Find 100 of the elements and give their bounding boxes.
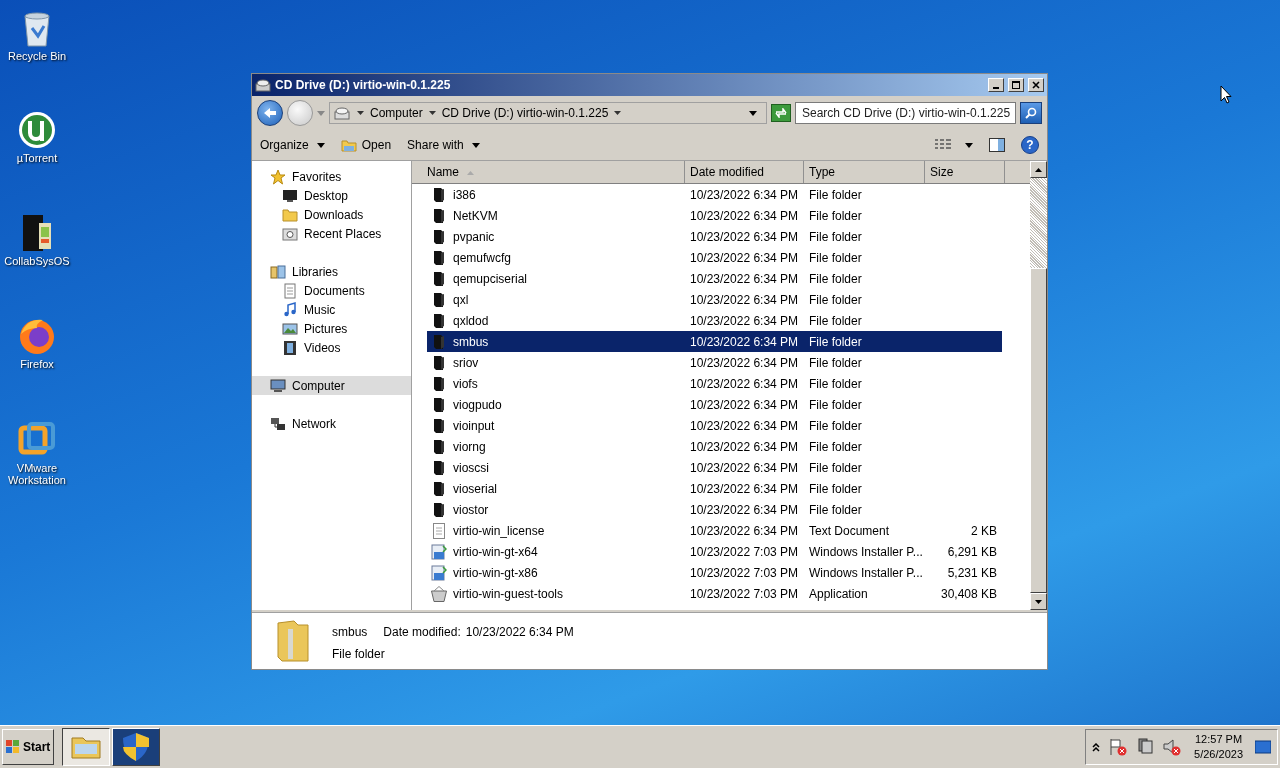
folder-icon bbox=[431, 417, 447, 434]
file-row[interactable]: qxldod 10/23/2022 6:34 PM File folder bbox=[427, 310, 1002, 331]
file-name: viostor bbox=[453, 501, 489, 519]
file-name: virtio-win-gt-x86 bbox=[453, 564, 538, 582]
file-row[interactable]: pvpanic 10/23/2022 6:34 PM File folder bbox=[427, 226, 1002, 247]
music-note-icon bbox=[282, 301, 298, 318]
film-icon bbox=[282, 339, 298, 356]
taskbar-app-button[interactable] bbox=[62, 728, 110, 766]
date-modified: 10/23/2022 6:34 PM bbox=[689, 270, 800, 288]
folder-icon bbox=[431, 312, 447, 329]
file-row[interactable]: virtio-win_license 10/23/2022 6:34 PM Text Document 2 KB bbox=[427, 520, 1002, 541]
file-row[interactable]: virtio-win-gt-x86 10/23/2022 7:03 PM Windows Installer P... 5,231 KB bbox=[427, 562, 1002, 583]
show-desktop-icon bbox=[1255, 740, 1271, 754]
installer-icon bbox=[431, 543, 447, 560]
file-type: File folder bbox=[808, 333, 863, 351]
utorrent-icon bbox=[17, 110, 57, 150]
file-name: virtio-win_license bbox=[453, 522, 545, 540]
date-modified: 10/23/2022 6:34 PM bbox=[689, 417, 800, 435]
column-header[interactable]: Type bbox=[804, 161, 925, 183]
file-type: File folder bbox=[808, 291, 863, 309]
file-row[interactable]: qemupciserial 10/23/2022 6:34 PM File folder bbox=[427, 268, 1002, 289]
caret-down-icon bbox=[316, 142, 325, 148]
caret-down-icon bbox=[428, 111, 436, 115]
date-modified: 10/23/2022 6:34 PM bbox=[689, 291, 800, 309]
file-row[interactable]: viorng 10/23/2022 6:34 PM File folder bbox=[427, 436, 1002, 457]
minimize-button[interactable] bbox=[988, 78, 1004, 92]
breadcrumb[interactable]: Computer bbox=[370, 104, 423, 122]
column-header[interactable]: Size bbox=[925, 161, 1005, 183]
file-row[interactable]: smbus 10/23/2022 6:34 PM File folder bbox=[427, 331, 1002, 352]
desktop-icon-label[interactable]: Recycle Bin bbox=[0, 50, 74, 62]
nav-item[interactable]: Documents bbox=[252, 281, 411, 300]
chevron-up-icon bbox=[1092, 742, 1101, 752]
desktop-icon-label[interactable]: µTorrent bbox=[0, 152, 74, 164]
desktop-icon-label[interactable]: Firefox bbox=[0, 358, 74, 370]
file-row[interactable]: virtio-win-guest-tools 10/23/2022 7:03 PM Application 30,408 KB bbox=[427, 583, 1002, 604]
nav-item[interactable]: Recent Places bbox=[252, 224, 411, 243]
search-field[interactable]: Search CD Drive (D:) virtio-win-0.1.225 bbox=[795, 102, 1016, 124]
column-header[interactable]: Date modified bbox=[685, 161, 804, 183]
file-type: File folder bbox=[808, 459, 863, 477]
application-icon bbox=[431, 585, 447, 602]
desktop-icon-label[interactable]: VMware Workstation bbox=[0, 462, 74, 486]
arrow-left-icon bbox=[263, 107, 277, 119]
network-monitor-icon bbox=[1136, 738, 1155, 756]
toolbar-button[interactable]: Share with bbox=[407, 133, 480, 157]
date-modified: 10/23/2022 6:34 PM bbox=[689, 480, 800, 498]
file-row[interactable]: viofs 10/23/2022 6:34 PM File folder bbox=[427, 373, 1002, 394]
file-type: File folder bbox=[808, 207, 863, 225]
nav-item[interactable]: Videos bbox=[252, 338, 411, 357]
back-button[interactable] bbox=[257, 100, 283, 126]
nav-item[interactable]: Favorites bbox=[252, 167, 411, 186]
file-row[interactable]: vioserial 10/23/2022 6:34 PM File folder bbox=[427, 478, 1002, 499]
file-type: File folder bbox=[808, 396, 863, 414]
toolbar-button[interactable]: Organize bbox=[260, 133, 325, 157]
nav-item[interactable]: Libraries bbox=[252, 262, 411, 281]
breadcrumb[interactable]: CD Drive (D:) virtio-win-0.1.225 bbox=[441, 104, 609, 122]
file-row[interactable]: NetKVM 10/23/2022 6:34 PM File folder bbox=[427, 205, 1002, 226]
desktop-icon-label[interactable]: CollabSysOS bbox=[0, 255, 74, 267]
file-row[interactable]: virtio-win-gt-x64 10/23/2022 7:03 PM Windows Installer P... 6,291 KB bbox=[427, 541, 1002, 562]
date-modified-label: Date modified: bbox=[383, 624, 461, 641]
file-row[interactable]: viostor 10/23/2022 6:34 PM File folder bbox=[427, 499, 1002, 520]
maximize-button[interactable] bbox=[1008, 78, 1024, 92]
scroll-up-icon bbox=[1035, 167, 1042, 172]
nav-item[interactable]: Music bbox=[252, 300, 411, 319]
file-type: File folder bbox=[808, 270, 863, 288]
file-row[interactable]: i386 10/23/2022 6:34 PM File folder bbox=[427, 184, 1002, 205]
toolbar-button[interactable]: Open bbox=[340, 133, 392, 157]
file-row[interactable]: sriov 10/23/2022 6:34 PM File folder bbox=[427, 352, 1002, 373]
preview-pane-button[interactable] bbox=[989, 138, 1005, 152]
start-button[interactable]: Start bbox=[2, 729, 54, 765]
view-options-button[interactable] bbox=[935, 139, 973, 151]
nav-item[interactable]: Pictures bbox=[252, 319, 411, 338]
monitor-icon bbox=[282, 187, 298, 204]
file-row[interactable]: qxl 10/23/2022 6:34 PM File folder bbox=[427, 289, 1002, 310]
nav-item[interactable]: Desktop bbox=[252, 186, 411, 205]
refresh-button[interactable] bbox=[771, 104, 791, 122]
picture-icon bbox=[282, 320, 298, 337]
file-name: qxl bbox=[453, 291, 469, 309]
item-name: smbus bbox=[332, 624, 368, 641]
date-modified: 10/23/2022 6:34 PM bbox=[689, 438, 800, 456]
file-row[interactable]: qemufwcfg 10/23/2022 6:34 PM File folder bbox=[427, 247, 1002, 268]
search-button[interactable] bbox=[1020, 102, 1042, 124]
vertical-scrollbar[interactable] bbox=[1030, 161, 1047, 610]
folder-icon bbox=[431, 270, 447, 287]
list-view-icon bbox=[935, 139, 951, 151]
help-button[interactable]: ? bbox=[1021, 136, 1039, 154]
file-row[interactable]: vioinput 10/23/2022 6:34 PM File folder bbox=[427, 415, 1002, 436]
nav-item[interactable]: Computer bbox=[252, 376, 411, 395]
nav-item[interactable]: Network bbox=[252, 414, 411, 433]
folder-icon bbox=[431, 207, 447, 224]
file-row[interactable]: viogpudo 10/23/2022 6:34 PM File folder bbox=[427, 394, 1002, 415]
date-modified: 10/23/2022 6:34 PM bbox=[689, 396, 800, 414]
close-button[interactable] bbox=[1028, 78, 1044, 92]
nav-item[interactable]: Downloads bbox=[252, 205, 411, 224]
column-header[interactable]: Name bbox=[412, 161, 685, 183]
file-row[interactable]: vioscsi 10/23/2022 6:34 PM File folder bbox=[427, 457, 1002, 478]
address-bar[interactable]: Computer CD Drive (D:) virtio-win-0.1.225 bbox=[329, 102, 767, 124]
library-icon bbox=[270, 263, 286, 280]
caret-down-icon bbox=[471, 142, 480, 148]
scroll-thumb[interactable] bbox=[1030, 268, 1047, 593]
file-name: NetKVM bbox=[453, 207, 498, 225]
